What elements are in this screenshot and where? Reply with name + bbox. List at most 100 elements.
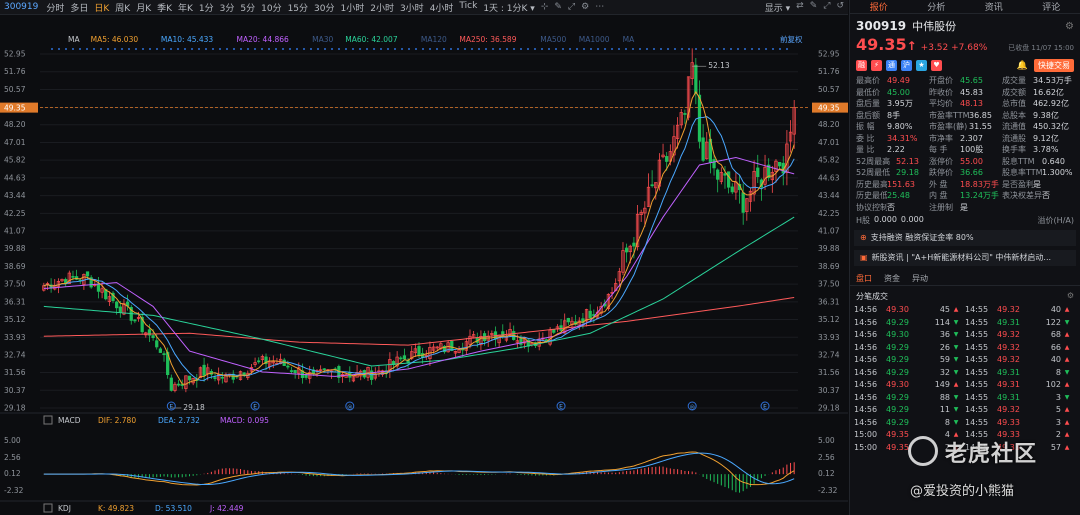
fullscreen-icon[interactable]: ⤢ [568,2,575,12]
quote-label: 流通值 [1002,122,1026,131]
quote-cell: 历史最高 151.63 [856,180,929,191]
quote-value: 151.63 [887,179,915,189]
quote-cell [1002,203,1075,214]
event-marker-text: ◎ [347,404,352,411]
candle-body [162,353,166,356]
more-icon[interactable]: ⋯ [595,2,604,12]
interval-select[interactable]: 1天 : 1分K ▾ [483,1,535,14]
period-tab-8[interactable]: 3分 [220,1,235,14]
quote-label: 委 比 [856,133,875,143]
period-tab-2[interactable]: 日K [94,1,109,14]
edit-icon[interactable]: ✎ [810,1,818,14]
quote-cell: 每 手 100股 [929,145,1002,156]
tick-row: 14:56 49.29 26 ▼ [854,342,965,355]
tick-price: 49.32 [997,342,1020,352]
tick-volume: 68 [1050,330,1061,339]
tick-volume: 11 [939,405,950,414]
period-tab-16[interactable]: 4小时 [430,1,454,14]
tick-row: 14:56 49.29 32 ▼ [854,367,965,380]
adjust-toggle: 前复权 [780,34,803,44]
event-dot [786,48,788,50]
tick-direction-icon: ▼ [953,318,959,326]
margin-banner[interactable]: ⊕ 支持融资 融资保证金率 80% [854,230,1076,246]
heart-icon[interactable]: ♥ [931,60,942,71]
period-tab-1[interactable]: 多日 [70,1,88,14]
candle-body [71,275,75,278]
refresh-icon[interactable]: ↺ [836,1,844,14]
period-tab-11[interactable]: 15分 [288,1,308,14]
candle-body [701,137,705,161]
tick-time: 14:55 [965,305,989,314]
quote-value: 1.300% [1042,168,1073,177]
period-tab-10[interactable]: 10分 [261,1,281,14]
event-dot [394,48,396,50]
gear-icon[interactable]: ⚙ [1065,21,1074,32]
event-dot [618,48,620,50]
market-status: 已收盘 11/07 15:00 [1008,44,1074,52]
orderbook-tab-1[interactable]: 资金 [884,273,900,284]
swap-icon[interactable]: ⇄ [796,1,804,14]
news-banner[interactable]: ▣ 新股资讯 | "A+H新能源材料公司" 中伟新材启动... [854,250,1076,266]
event-dot [205,48,207,50]
event-dot [478,48,480,50]
event-dot [534,48,536,50]
quote-cell: 内 盘 13.24万手 [929,191,1002,202]
low-label: 29.18 [183,403,205,412]
expand-icon[interactable]: ⤢ [823,1,830,14]
quote-value: 34.53万手 [1033,76,1072,85]
stock-connect-icon[interactable]: 通 [886,60,897,71]
orderbook-tab-0[interactable]: 盘口 [856,273,872,284]
draw-icon[interactable]: ✎ [554,2,562,12]
current-price-label-left: 49.35 [4,104,26,113]
h-share-row: H股 0.000 0.000 溢价(H/A) [850,215,1080,226]
tab-quote[interactable]: 报价 [850,0,908,13]
tick-time: 14:55 [965,367,989,377]
period-tab-13[interactable]: 1小时 [340,1,364,14]
event-dot [86,48,88,50]
quick-trade-button[interactable]: 快捷交易 [1034,59,1074,72]
candle-body [180,384,184,386]
tab-analysis[interactable]: 分析 [908,0,966,13]
quote-cell: 注册制是 [929,203,1002,214]
bell-icon[interactable]: 🔔 [1017,61,1028,71]
tick-direction-icon: ▼ [953,343,959,351]
kdj-legend-k: K: 49.823 [98,504,134,513]
display-menu[interactable]: 显示 ▾ [765,1,790,14]
settings-small-icon[interactable]: ⚙ [1067,291,1074,302]
candle-body [417,346,421,357]
lightning-icon[interactable]: ⚡ [871,60,882,71]
event-dot [415,48,417,50]
period-tab-5[interactable]: 季K [157,1,172,14]
orderbook-tab-2[interactable]: 异动 [912,273,928,284]
period-tab-9[interactable]: 5分 [240,1,255,14]
tab-comments[interactable]: 评论 [1023,0,1080,13]
period-tab-0[interactable]: 分时 [46,1,64,14]
period-tab-7[interactable]: 1分 [199,1,214,14]
period-tab-6[interactable]: 年K [178,1,193,14]
ma-legend-7: MA250: 36.589 [459,35,516,44]
tab-news[interactable]: 资讯 [965,0,1023,13]
settings-icon[interactable]: ⚙ [581,2,589,12]
event-dot [380,48,382,50]
tick-price: 49.29 [886,355,909,364]
period-tab-17[interactable]: Tick [459,1,477,14]
chart-badge-icon[interactable]: 沪 [901,60,912,71]
badge-row: 融 ⚡ 通 沪 ★ ♥ 🔔 快捷交易 [850,59,1080,72]
period-tab-4[interactable]: 月K [136,1,151,14]
margin-badge-icon[interactable]: 融 [856,60,867,71]
tick-direction-icon: ▲ [1064,306,1070,313]
period-tab-3[interactable]: 周K [115,1,130,14]
crosshair-icon[interactable]: ⊹ [541,2,549,12]
period-tab-12[interactable]: 30分 [314,1,334,14]
star-badge-icon[interactable]: ★ [916,60,927,71]
tick-row: 14:55 49.32 40 ▲ [965,304,1076,317]
event-dot [100,48,102,50]
y-tick-left: 52.95 [4,50,26,59]
period-tab-15[interactable]: 3小时 [400,1,424,14]
toolbar-stock-code[interactable]: 300919 [4,2,38,12]
event-dot [163,48,165,50]
period-tab-14[interactable]: 2小时 [370,1,394,14]
chart-canvas[interactable]: MA MA5: 46.030 MA10: 45.433 MA20: 44.866 MA3… [0,16,848,515]
event-dot [569,48,571,50]
event-dot [387,48,389,50]
